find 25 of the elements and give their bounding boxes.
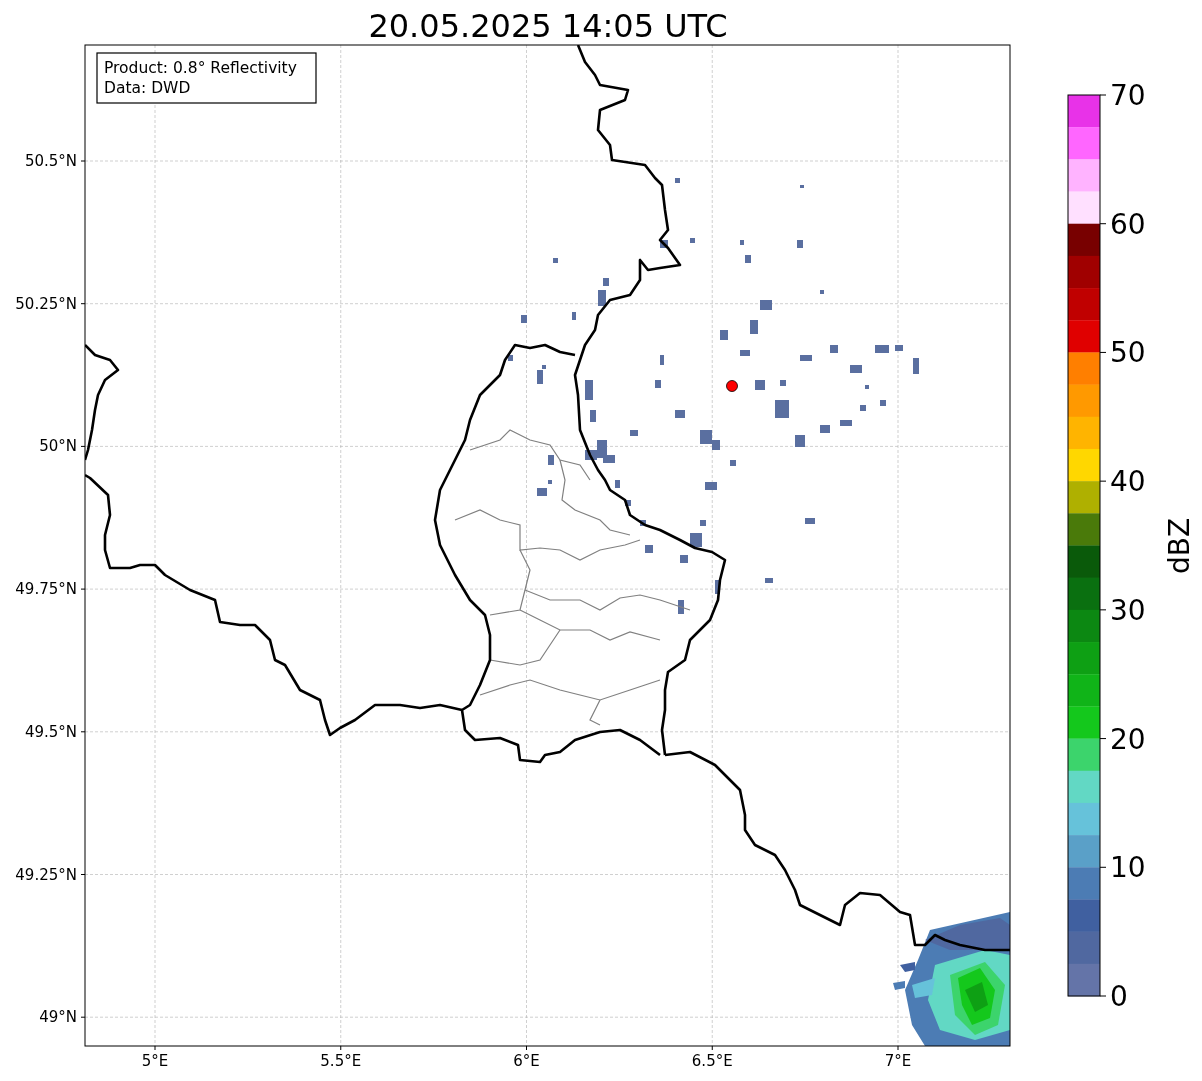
radar-site-marker — [726, 380, 738, 392]
latitude-label: 50°N — [39, 437, 77, 456]
colorbar-label: dBZ — [1163, 517, 1196, 575]
latitude-label: 49.25°N — [15, 865, 77, 884]
longitude-label: 5°E — [141, 1052, 169, 1070]
longitude-label: 6°E — [513, 1052, 540, 1070]
colorbar-tick-label: 10 — [1110, 851, 1146, 885]
chart-title: 20.05.2025 14:05 UTC — [368, 7, 728, 45]
colorbar-tick-label: 30 — [1110, 593, 1146, 627]
longitude-label: 7°E — [884, 1052, 912, 1070]
colorbar-tick-label: 70 — [1110, 79, 1146, 112]
colorbar-tick-label: 50 — [1110, 336, 1146, 370]
colorbar-tick-label: 20 — [1110, 722, 1146, 756]
info-text: Product: 0.8° Reflectivity — [104, 59, 297, 77]
colorbar-tick-label: 40 — [1110, 465, 1146, 499]
longitude-label: 5.5°E — [320, 1052, 362, 1070]
latitude-label: 49°N — [39, 1008, 77, 1027]
latitude-label: 50.25°N — [15, 294, 77, 313]
colorbar-tick-label: 0 — [1110, 980, 1128, 1013]
latitude-label: 50.5°N — [24, 152, 77, 170]
colorbar-tick-label: 60 — [1110, 207, 1146, 241]
info-text: Data: DWD — [104, 79, 191, 97]
latitude-label: 49.5°N — [24, 722, 77, 741]
longitude-label: 6.5°E — [691, 1052, 733, 1070]
latitude-label: 49.75°N — [15, 580, 77, 599]
